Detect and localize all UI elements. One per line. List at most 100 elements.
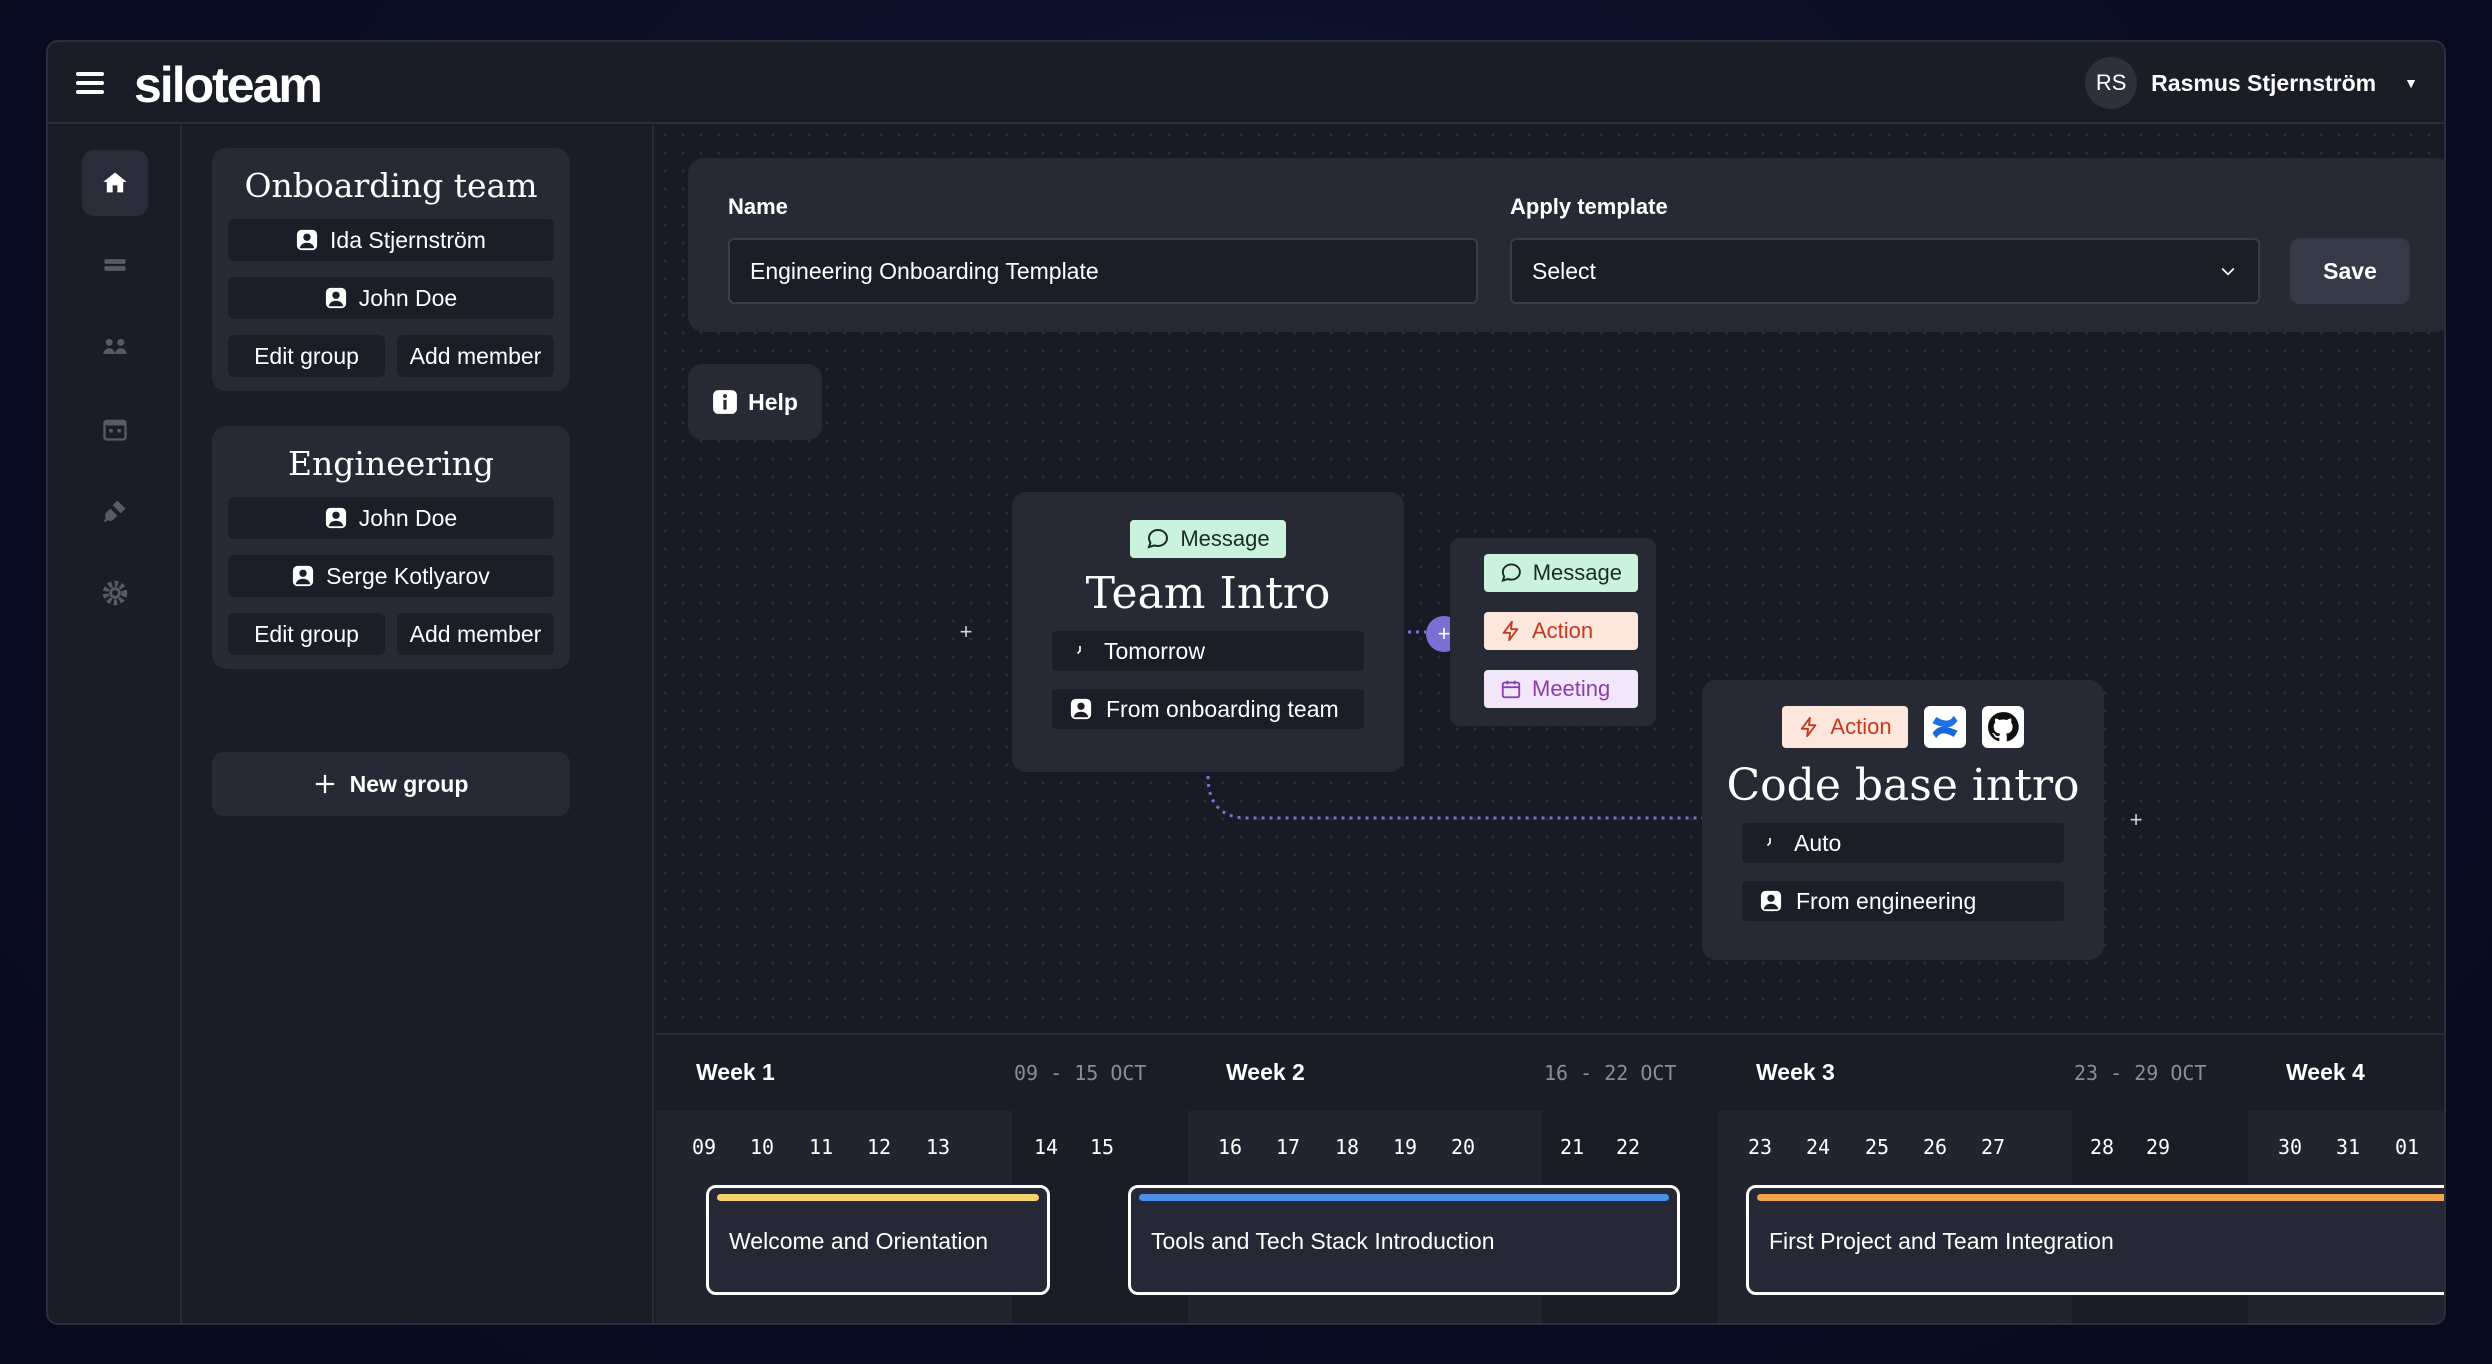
day-label: 12 — [866, 1135, 892, 1159]
template-select[interactable]: Select — [1510, 238, 2260, 304]
user-icon — [325, 287, 346, 309]
day-label: 28 — [2089, 1135, 2115, 1159]
event-color-bar — [1757, 1194, 2444, 1201]
edit-group-button[interactable]: Edit group — [228, 335, 385, 377]
week-header: Week 3 23 - 29 OCT — [1716, 1035, 2246, 1111]
add-step-after-button[interactable]: + — [2122, 806, 2150, 834]
week-name: Week 1 — [696, 1059, 775, 1085]
sender-row[interactable]: From onboarding team — [1052, 689, 1364, 729]
home-nav-button[interactable] — [82, 150, 148, 216]
action-badge-label: Action — [1830, 714, 1892, 739]
user-icon — [293, 565, 314, 587]
member-chip[interactable]: Ida Stjernström — [228, 219, 554, 261]
day-label: 02 — [2444, 1135, 2446, 1159]
users-icon — [103, 338, 127, 354]
day-label: 31 — [2335, 1135, 2361, 1159]
group-title: Onboarding team — [244, 166, 538, 205]
chevron-down-icon — [2221, 267, 2235, 276]
day-label: 19 — [1392, 1135, 1418, 1159]
clock-icon — [1761, 834, 1779, 852]
member-name: John Doe — [358, 504, 458, 531]
app-logo[interactable]: siloteam — [134, 56, 323, 114]
step-type-picker: Message Action Meeting — [1450, 538, 1656, 726]
avatar: RS — [2085, 57, 2138, 109]
day-label: 29 — [2145, 1135, 2171, 1159]
member-chip[interactable]: Serge Kotlyarov — [228, 555, 554, 597]
member-chip[interactable]: John Doe — [228, 497, 554, 539]
template-select-value: Select — [1532, 257, 1596, 284]
info-icon — [713, 390, 737, 414]
list-nav-button[interactable] — [82, 232, 148, 298]
save-button[interactable]: Save — [2290, 238, 2410, 304]
day-label: 15 — [1089, 1135, 1115, 1159]
day-label: 11 — [808, 1135, 834, 1159]
message-badge-label: Message — [1180, 526, 1270, 551]
week-name: Week 2 — [1226, 1059, 1305, 1085]
event-label: Welcome and Orientation — [729, 1228, 989, 1254]
clock-icon — [1071, 642, 1089, 660]
day-label: 23 — [1747, 1135, 1773, 1159]
name-label: Name — [728, 194, 788, 219]
sender-row[interactable]: From engineering — [1742, 881, 2064, 921]
add-step-before-button[interactable]: + — [952, 618, 980, 646]
week-range: 23 - 29 OCT — [2074, 1061, 2207, 1085]
timing-row[interactable]: Tomorrow — [1052, 631, 1364, 671]
message-badge: Message — [1130, 520, 1286, 558]
template-label: Apply template — [1510, 194, 1668, 219]
meeting-option[interactable]: Meeting — [1484, 670, 1638, 708]
edit-group-button[interactable]: Edit group — [228, 613, 385, 655]
day-label: 21 — [1559, 1135, 1585, 1159]
lightning-icon — [1801, 716, 1817, 738]
action-option-label: Action — [1532, 618, 1594, 643]
lightning-icon — [1502, 620, 1519, 642]
chat-icon — [1501, 563, 1521, 582]
sender-value: From engineering — [1796, 887, 1977, 914]
add-member-button[interactable]: Add member — [397, 613, 554, 655]
team-nav-button[interactable] — [82, 314, 148, 380]
name-input[interactable]: Engineering Onboarding Template — [728, 238, 1478, 304]
user-icon — [296, 229, 318, 251]
flow-canvas[interactable]: Name Engineering Onboarding Template App… — [656, 126, 2444, 1033]
timing-row[interactable]: Auto — [1742, 823, 2064, 863]
event-label: Tools and Tech Stack Introduction — [1151, 1228, 1495, 1254]
day-label: 26 — [1922, 1135, 1948, 1159]
caret-down-icon: ▼ — [2404, 75, 2418, 91]
timeline-event[interactable]: Tools and Tech Stack Introduction — [1128, 1185, 1680, 1295]
day-label: 09 — [691, 1135, 717, 1159]
user-icon — [1760, 890, 1782, 912]
help-button[interactable]: Help — [688, 364, 822, 440]
timeline-event[interactable]: First Project and Team Integration — [1746, 1185, 2444, 1295]
new-group-label: New group — [349, 770, 469, 797]
app-window: siloteam RS Rasmus Stjernström ▼ Onboard… — [46, 40, 2446, 1325]
timeline-event[interactable]: Welcome and Orientation — [706, 1185, 1050, 1295]
timing-value: Auto — [1794, 829, 1842, 856]
week-name: Week 3 — [1756, 1059, 1835, 1085]
day-label: 01 — [2394, 1135, 2420, 1159]
user-icon — [325, 507, 346, 529]
day-label: 30 — [2277, 1135, 2303, 1159]
day-label: 14 — [1033, 1135, 1059, 1159]
message-option-label: Message — [1532, 560, 1622, 585]
add-member-button[interactable]: Add member — [397, 335, 554, 377]
action-option[interactable]: Action — [1484, 612, 1638, 650]
sender-value: From onboarding team — [1106, 695, 1339, 722]
calendar-nav-button[interactable] — [82, 396, 148, 462]
day-label: 13 — [925, 1135, 951, 1159]
integrations-nav-button[interactable] — [82, 478, 148, 544]
calendar-icon — [103, 419, 127, 441]
user-menu[interactable]: RS Rasmus Stjernström ▼ — [2085, 56, 2418, 110]
week-range: 09 - 15 OCT — [1014, 1061, 1147, 1085]
member-name: Ida Stjernström — [330, 226, 486, 253]
day-label: 17 — [1275, 1135, 1301, 1159]
member-name: John Doe — [358, 284, 458, 311]
team-intro-node[interactable]: Message Team Intro Tomorrow From onboard… — [1012, 492, 1404, 772]
member-chip[interactable]: John Doe — [228, 277, 554, 319]
new-group-button[interactable]: New group — [212, 752, 570, 816]
action-badge: Action — [1782, 706, 1908, 748]
settings-nav-button[interactable] — [82, 560, 148, 626]
message-option[interactable]: Message — [1484, 554, 1638, 592]
home-icon — [103, 172, 127, 193]
help-label: Help — [748, 388, 798, 415]
code-intro-node[interactable]: Action Code base intro Auto From enginee… — [1702, 680, 2104, 960]
menu-icon[interactable] — [76, 72, 104, 94]
